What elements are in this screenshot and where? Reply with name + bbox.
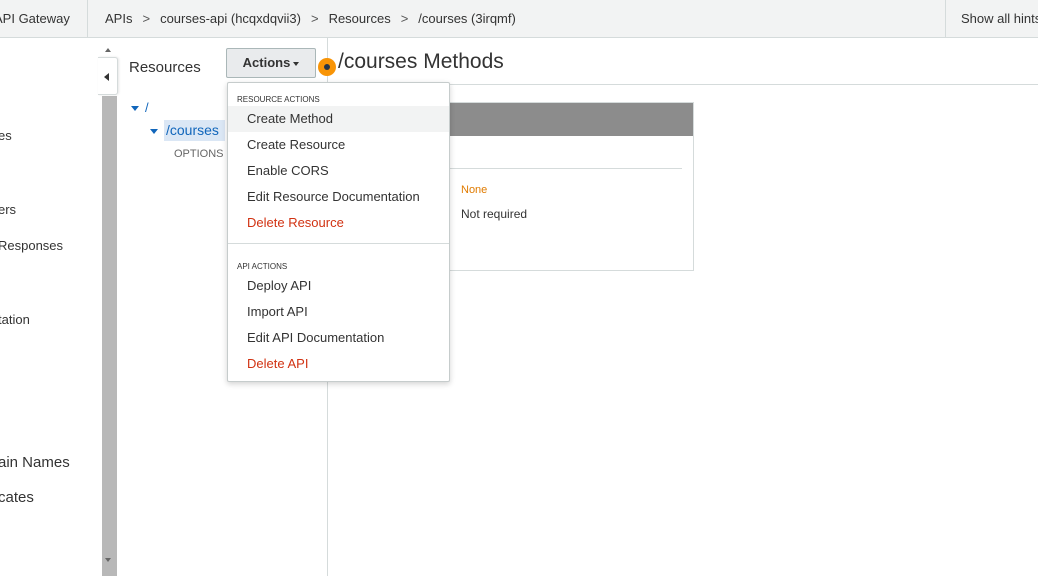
tree-item-courses[interactable]: /courses xyxy=(148,120,225,144)
expand-icon[interactable] xyxy=(131,106,139,112)
breadcrumb: APIs > courses-api (hcqxdqvii3) > Resources >… xyxy=(105,0,516,37)
actions-button[interactable]: Actions xyxy=(226,48,316,78)
breadcrumb-separator: > xyxy=(310,11,319,26)
menu-divider xyxy=(228,243,449,244)
nav-item-custom-domain-names[interactable]: ain Names xyxy=(0,454,70,471)
actions-dropdown-menu: RESOURCE ACTIONS Create Method Create Re… xyxy=(227,82,450,382)
tree-root-label: / xyxy=(145,100,149,115)
menu-item-import-api[interactable]: Import API xyxy=(228,299,449,325)
collapse-nav-button[interactable] xyxy=(98,57,118,95)
menu-item-edit-resource-documentation[interactable]: Edit Resource Documentation xyxy=(228,184,449,210)
nav-item-client-certificates[interactable]: cates xyxy=(0,489,34,506)
tree-item-options-method[interactable]: OPTIONS xyxy=(174,148,224,160)
nav-item-gateway-responses[interactable]: Responses xyxy=(0,238,63,253)
show-all-hints-button[interactable]: Show all hints xyxy=(945,0,1038,37)
api-key-value: Not required xyxy=(461,207,528,221)
breadcrumb-separator: > xyxy=(142,11,151,26)
breadcrumb-separator: > xyxy=(400,11,409,26)
method-card: None Not required xyxy=(440,102,694,271)
service-name: API Gateway xyxy=(0,11,70,26)
scroll-down-icon[interactable] xyxy=(105,558,111,562)
menu-item-delete-resource[interactable]: Delete Resource xyxy=(228,210,449,236)
caret-down-icon xyxy=(293,61,300,66)
chevron-left-icon xyxy=(104,73,109,81)
scroll-up-icon[interactable] xyxy=(105,48,111,52)
service-name-link[interactable]: API Gateway xyxy=(0,0,88,37)
breadcrumb-resources[interactable]: Resources xyxy=(329,11,391,26)
nav-scrollbar[interactable] xyxy=(101,40,118,576)
resource-actions-header: RESOURCE ACTIONS xyxy=(237,95,320,104)
api-actions-header: API ACTIONS xyxy=(237,262,288,271)
menu-item-create-method[interactable]: Create Method xyxy=(228,106,449,132)
scroll-thumb[interactable] xyxy=(102,96,117,576)
menu-item-delete-api[interactable]: Delete API xyxy=(228,351,449,377)
left-nav: es ers Responses tation ain Names cates xyxy=(0,38,100,576)
page-title: /courses Methods xyxy=(338,50,504,73)
authorization-value: None xyxy=(461,184,488,196)
top-bar: API Gateway APIs > courses-api (hcqxdqvii3… xyxy=(0,0,1038,38)
tree-item-root[interactable]: / xyxy=(131,100,149,115)
breadcrumb-api[interactable]: courses-api (hcqxdqvii3) xyxy=(160,11,301,26)
nav-item-resources[interactable]: es xyxy=(0,128,12,143)
actions-label: Actions xyxy=(242,55,291,70)
divider xyxy=(441,168,682,169)
resources-title: Resources xyxy=(129,59,201,76)
menu-item-create-resource[interactable]: Create Resource xyxy=(228,132,449,158)
hint-icon[interactable] xyxy=(318,58,336,76)
nav-item-documentation[interactable]: tation xyxy=(0,312,30,327)
menu-item-edit-api-documentation[interactable]: Edit API Documentation xyxy=(228,325,449,351)
breadcrumb-apis[interactable]: APIs xyxy=(105,11,132,26)
tree-courses-label: /courses xyxy=(164,120,225,141)
expand-icon[interactable] xyxy=(150,128,158,134)
method-card-header xyxy=(441,103,693,136)
breadcrumb-resource[interactable]: /courses (3irqmf) xyxy=(418,11,516,26)
menu-item-deploy-api[interactable]: Deploy API xyxy=(228,273,449,299)
menu-item-enable-cors[interactable]: Enable CORS xyxy=(228,158,449,184)
nav-item-authorizers[interactable]: ers xyxy=(0,202,16,217)
